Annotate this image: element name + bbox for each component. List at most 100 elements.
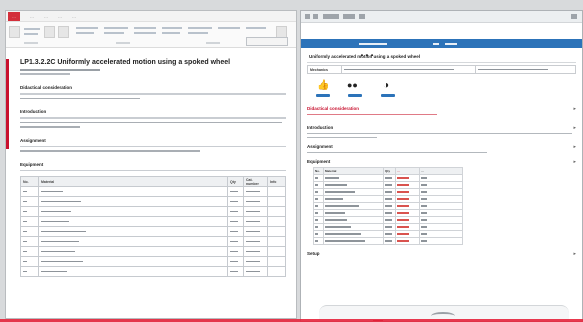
table-cell xyxy=(20,196,39,207)
export-button[interactable] xyxy=(246,37,288,46)
table-cell xyxy=(38,186,228,197)
ribbon-control[interactable] xyxy=(162,32,180,34)
table-cell xyxy=(243,256,268,267)
expand-icon[interactable]: ▸ xyxy=(573,144,576,150)
table-cell xyxy=(313,195,324,203)
document-title: LP1.3.2.2C Uniformly accelerated motion … xyxy=(20,59,231,66)
table-cell xyxy=(20,256,39,267)
ribbon-control[interactable] xyxy=(24,33,38,35)
table-row xyxy=(20,196,286,207)
table-cell xyxy=(395,216,420,224)
table-cell xyxy=(323,188,384,196)
ribbon-control[interactable] xyxy=(162,27,182,29)
ribbon-group-label xyxy=(206,42,220,44)
close-icon[interactable] xyxy=(571,14,577,19)
table-row xyxy=(313,174,463,182)
ribbon-tab-3[interactable]: … xyxy=(58,14,62,19)
header-title: … xyxy=(359,42,387,60)
ribbon-tab-1[interactable]: … xyxy=(30,14,34,19)
table-cell xyxy=(383,202,396,210)
table-cell xyxy=(419,202,463,210)
table-row xyxy=(313,209,463,217)
icon-label xyxy=(348,94,362,97)
table-cell xyxy=(395,181,420,189)
table-cell xyxy=(313,216,324,224)
section-rule xyxy=(20,93,286,95)
ribbon-control[interactable] xyxy=(218,27,240,29)
table-cell xyxy=(243,186,268,197)
table-row xyxy=(20,236,286,247)
ribbon-control[interactable] xyxy=(24,28,40,30)
table-cell xyxy=(20,216,39,227)
table-row xyxy=(20,226,286,237)
table-row xyxy=(313,216,463,224)
table-cell xyxy=(227,256,244,267)
table-row xyxy=(20,246,286,257)
ribbon-control[interactable] xyxy=(76,32,94,34)
experiment-page: Uniformly accelerated motion using a spo… xyxy=(301,51,582,321)
expand-icon[interactable]: ▸ xyxy=(573,159,576,165)
section-introduction[interactable]: Introduction ▸ xyxy=(307,125,576,138)
subject-cell: Mechanics xyxy=(308,66,342,73)
ribbon-tab-2[interactable]: … xyxy=(44,14,48,19)
forward-icon[interactable] xyxy=(313,14,318,19)
paste-button[interactable] xyxy=(9,26,20,38)
document-page: LP1.3.2.2C Uniformly accelerated motion … xyxy=(6,49,296,318)
table-cell xyxy=(383,188,396,196)
expand-icon[interactable]: ▸ xyxy=(573,106,576,112)
browser-toolbar xyxy=(301,11,582,23)
table-cell xyxy=(419,181,463,189)
ribbon-control[interactable] xyxy=(188,27,212,29)
ribbon-control[interactable] xyxy=(188,32,208,34)
ribbon-control[interactable] xyxy=(134,27,156,29)
expand-icon[interactable]: ▸ xyxy=(573,251,576,257)
toolbar-item[interactable] xyxy=(359,14,365,19)
table-cell xyxy=(38,216,228,227)
ribbon-tab-4[interactable]: … xyxy=(72,14,76,19)
table-cell xyxy=(227,186,244,197)
section-assignment[interactable]: Assignment ▸ xyxy=(307,144,576,153)
ribbon-button[interactable] xyxy=(58,26,69,38)
edit-icon[interactable] xyxy=(433,42,439,45)
expand-icon[interactable]: ▸ xyxy=(573,125,576,131)
address-bar[interactable] xyxy=(323,14,339,19)
ribbon-tab-file[interactable]: … xyxy=(8,11,20,21)
ribbon-control[interactable] xyxy=(76,27,98,29)
table-cell xyxy=(323,237,384,245)
ribbon-control[interactable] xyxy=(104,32,124,34)
ribbon-control[interactable] xyxy=(246,27,266,29)
table-cell xyxy=(38,226,228,237)
table-cell xyxy=(395,223,420,231)
ribbon-control[interactable] xyxy=(104,27,128,29)
section-setup[interactable]: Setup ▸ xyxy=(307,251,576,257)
table-cell xyxy=(383,223,396,231)
table-cell xyxy=(323,174,384,182)
ribbon-control[interactable] xyxy=(134,32,156,34)
section-equipment[interactable]: Equipment ▸ No. Material Qty … … xyxy=(307,159,576,245)
table-row xyxy=(313,223,463,231)
table-cell xyxy=(395,230,420,238)
section-didactical[interactable]: Didactical consideration ▸ xyxy=(307,106,576,115)
table-cell xyxy=(313,188,324,196)
back-icon[interactable] xyxy=(305,14,310,19)
experiment-meta-row: Mechanics xyxy=(307,65,576,74)
header-action[interactable] xyxy=(445,42,457,45)
table-cell xyxy=(313,230,324,238)
table-cell xyxy=(419,209,463,217)
table-cell xyxy=(267,216,286,227)
toolbar-item[interactable] xyxy=(343,14,355,19)
table-cell xyxy=(323,195,384,203)
table-cell xyxy=(243,236,268,247)
section-assignment: Assignment xyxy=(20,138,286,152)
people-icon: ●● xyxy=(347,80,358,90)
thumbs-up-icon: 👍 xyxy=(317,80,330,91)
table-cell xyxy=(20,266,39,277)
table-row xyxy=(313,195,463,203)
table-cell xyxy=(267,236,286,247)
column-header: Info xyxy=(267,176,286,187)
table-cell xyxy=(395,202,420,210)
table-cell xyxy=(419,174,463,182)
table-header-row: No. Material Qty Cat. number Info xyxy=(20,176,286,187)
ribbon-button[interactable] xyxy=(44,26,55,38)
table-cell xyxy=(419,195,463,203)
